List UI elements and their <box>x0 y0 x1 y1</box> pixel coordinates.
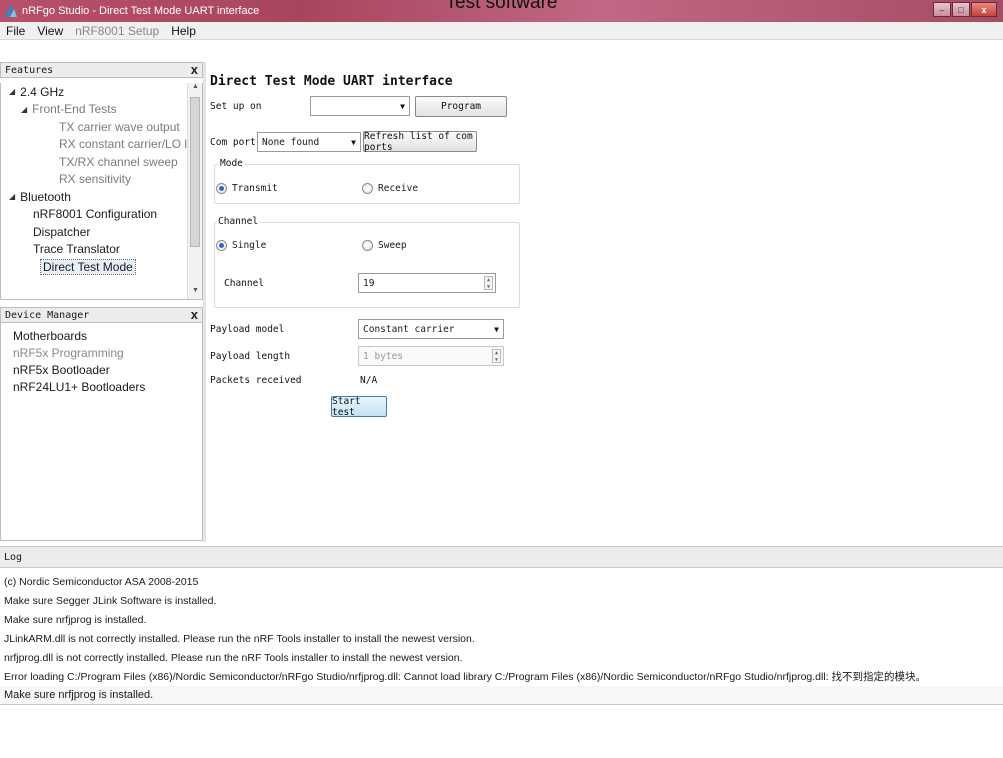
tree-item-dispatcher[interactable]: Dispatcher <box>1 223 202 241</box>
radio-selected-icon <box>216 240 227 251</box>
start-test-button[interactable]: Start test <box>331 396 387 418</box>
dropdown-arrow-icon: ▼ <box>351 137 356 147</box>
dropdown-arrow-icon: ▼ <box>400 101 405 111</box>
log-line: JLinkARM.dll is not correctly installed.… <box>4 632 475 645</box>
window-title: nRFgo Studio - Direct Test Mode UART int… <box>22 5 260 17</box>
tree-item-direct-test-mode[interactable]: Direct Test Mode <box>1 258 202 276</box>
scroll-up-icon[interactable]: ▲ <box>188 83 202 95</box>
spin-arrows-icon[interactable]: ▲ ▼ <box>484 276 493 290</box>
log-line: Error loading C:/Program Files (x86)/Nor… <box>4 671 927 683</box>
device-item-nrf5x-programming[interactable]: nRF5x Programming <box>1 344 202 361</box>
log-line: nrfjprog.dll is not correctly installed.… <box>4 651 463 664</box>
menu-view[interactable]: View <box>31 24 69 38</box>
log-header: Log <box>0 546 1003 568</box>
channel-spinbox[interactable]: 19 ▲ ▼ <box>358 273 496 293</box>
radio-unselected-icon <box>362 240 373 251</box>
log-title: Log <box>4 551 23 563</box>
payload-length-label: Payload length <box>210 351 291 362</box>
com-port-label: Com port <box>210 137 256 148</box>
refresh-com-ports-button[interactable]: Refresh list of com ports <box>363 131 477 153</box>
tree-item-front-end-tests[interactable]: ◢ Front-End Tests <box>1 101 202 119</box>
close-button[interactable]: x <box>971 2 997 17</box>
device-item-motherboards[interactable]: Motherboards <box>1 327 202 344</box>
device-item-nrf5x-bootloader[interactable]: nRF5x Bootloader <box>1 361 202 378</box>
tree-item-trace-translator[interactable]: Trace Translator <box>1 241 202 259</box>
tree-item-rx-constant-carrier[interactable]: RX constant carrier/LO leak... <box>1 136 202 154</box>
dtm-title: Direct Test Mode UART interface <box>210 74 453 89</box>
payload-model-combo[interactable]: Constant carrier ▼ <box>358 319 504 339</box>
log-line: Make sure nrfjprog is installed. <box>0 686 1003 705</box>
maximize-button[interactable]: □ <box>952 2 970 17</box>
device-manager-list: Motherboards nRF5x Programming nRF5x Boo… <box>0 323 203 541</box>
radio-unselected-icon <box>362 183 373 194</box>
expand-arrow-icon[interactable]: ◢ <box>9 192 15 201</box>
mode-group-title: Mode <box>218 158 245 169</box>
nrfgo-app-icon <box>5 5 17 17</box>
log-line: (c) Nordic Semiconductor ASA 2008-2015 <box>4 575 199 588</box>
menu-nrf8001-setup[interactable]: nRF8001 Setup <box>69 24 165 38</box>
tree-item-rx-sensitivity[interactable]: RX sensitivity <box>1 171 202 189</box>
features-title: Features <box>5 64 54 76</box>
tree-item-txrx-sweep[interactable]: TX/RX channel sweep <box>1 153 202 171</box>
packets-received-value: N/A <box>360 375 378 386</box>
tree-item-2-4ghz[interactable]: ◢ 2.4 GHz <box>1 83 202 101</box>
spin-arrows-icon[interactable]: ▲ ▼ <box>492 349 501 363</box>
log-panel: (c) Nordic Semiconductor ASA 2008-2015 M… <box>0 572 1003 758</box>
receive-radio[interactable]: Receive <box>362 183 418 194</box>
device-item-nrf24lu1-bootloaders[interactable]: nRF24LU1+ Bootloaders <box>1 378 202 395</box>
device-manager-header: Device Manager x <box>0 307 203 323</box>
device-manager-close-icon[interactable]: x <box>191 308 198 321</box>
payload-length-spinbox[interactable]: 1 bytes ▲ ▼ <box>358 346 504 366</box>
menu-bar: File View nRF8001 Setup Help <box>0 22 1003 40</box>
channel-label: Channel <box>224 278 265 289</box>
sweep-radio[interactable]: Sweep <box>362 240 407 251</box>
tree-item-bluetooth[interactable]: ◢ Bluetooth <box>1 188 202 206</box>
expand-arrow-icon[interactable]: ◢ <box>9 87 15 96</box>
expand-arrow-icon[interactable]: ◢ <box>21 105 27 114</box>
features-close-icon[interactable]: x <box>191 63 198 76</box>
scroll-down-icon[interactable]: ▼ <box>188 287 202 299</box>
menu-help[interactable]: Help <box>165 24 202 38</box>
tree-item-tx-carrier[interactable]: TX carrier wave output <box>1 118 202 136</box>
channel-group <box>214 222 520 308</box>
packets-received-label: Packets received <box>210 375 302 386</box>
single-radio[interactable]: Single <box>216 240 266 251</box>
dropdown-arrow-icon: ▼ <box>494 324 499 334</box>
payload-model-label: Payload model <box>210 324 285 335</box>
setup-on-combo[interactable]: ▼ <box>310 96 410 116</box>
features-header: Features x <box>0 62 203 78</box>
device-manager-title: Device Manager <box>5 309 90 321</box>
log-line: Make sure nrfjprog is installed. <box>4 613 147 626</box>
tree-item-nrf8001-config[interactable]: nRF8001 Configuration <box>1 206 202 224</box>
title-bar: nRFgo Studio - Direct Test Mode UART int… <box>0 0 1003 22</box>
features-tree: ◢ 2.4 GHz ◢ Front-End Tests TX carrier w… <box>0 83 203 300</box>
log-line: Make sure Segger JLink Software is insta… <box>4 594 217 607</box>
transmit-radio[interactable]: Transmit <box>216 183 278 194</box>
features-scrollbar[interactable]: ▲ ▼ <box>187 83 202 299</box>
menu-file[interactable]: File <box>0 24 31 38</box>
com-port-combo[interactable]: None found ▼ <box>257 132 361 152</box>
channel-group-title: Channel <box>216 216 261 227</box>
program-button[interactable]: Program <box>415 96 507 117</box>
setup-on-label: Set up on <box>210 101 262 112</box>
radio-selected-icon <box>216 183 227 194</box>
minimize-button[interactable]: – <box>933 2 951 17</box>
dtm-panel: Direct Test Mode UART interface Set up o… <box>206 62 1003 542</box>
scroll-thumb[interactable] <box>190 97 200 247</box>
